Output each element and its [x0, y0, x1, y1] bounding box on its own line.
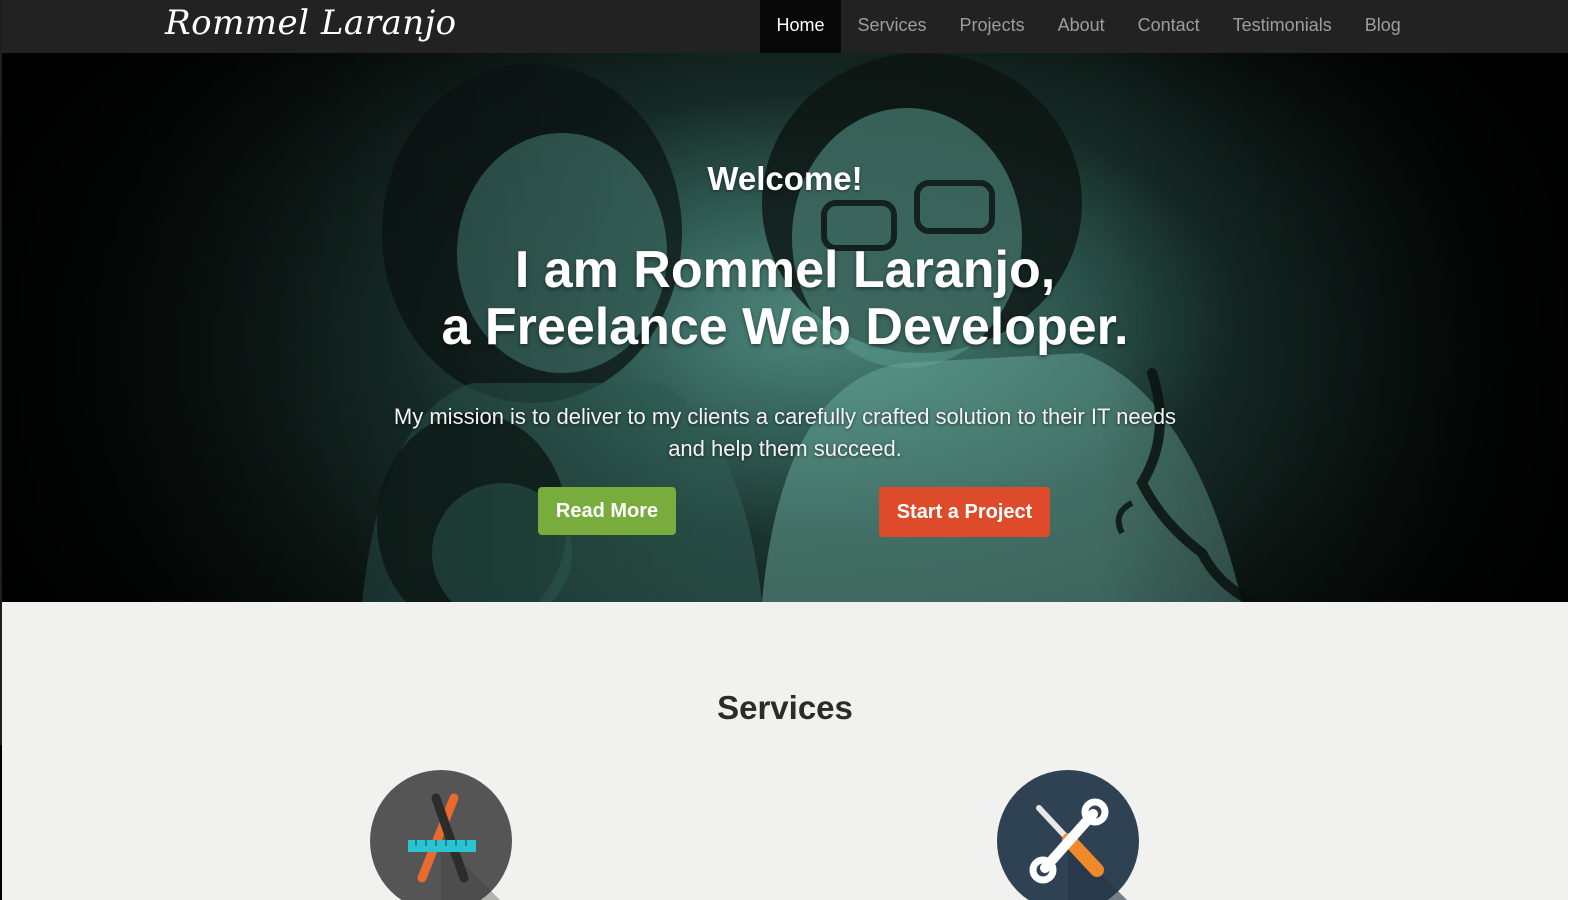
nav-services[interactable]: Services	[841, 0, 943, 53]
wrench-screwdriver-icon	[997, 770, 1139, 900]
hero-section: Welcome! I am Rommel Laranjo, a Freelanc…	[2, 53, 1568, 602]
hero-mission: My mission is to deliver to my clients a…	[393, 404, 1177, 461]
hero-welcome: Welcome!	[707, 160, 863, 197]
nav-testimonials[interactable]: Testimonials	[1216, 0, 1348, 53]
window-edge	[1568, 0, 1594, 900]
nav-projects[interactable]: Projects	[943, 0, 1041, 53]
read-more-button[interactable]: Read More	[538, 487, 676, 535]
nav-home[interactable]: Home	[760, 0, 842, 53]
hero-content: Welcome! I am Rommel Laranjo, a Freelanc…	[2, 53, 1568, 602]
services-title: Services	[717, 689, 853, 726]
nav-about[interactable]: About	[1041, 0, 1121, 53]
nav-menu: Home Services Projects About Contact Tes…	[760, 0, 1417, 53]
navbar: Rommel Laranjo Home Services Projects Ab…	[2, 0, 1568, 53]
hero-headline-line1: I am Rommel Laranjo,	[514, 241, 1056, 299]
start-project-button[interactable]: Start a Project	[879, 487, 1050, 537]
hero-headline: I am Rommel Laranjo, a Freelance Web Dev…	[2, 242, 1568, 356]
nav-contact[interactable]: Contact	[1121, 0, 1216, 53]
nav-blog[interactable]: Blog	[1348, 0, 1417, 53]
design-tools-icon	[370, 770, 512, 900]
hero-headline-line2: a Freelance Web Developer.	[441, 298, 1129, 356]
page: Rommel Laranjo Home Services Projects Ab…	[2, 0, 1568, 900]
brand-logo[interactable]: Rommel Laranjo	[165, 0, 457, 50]
window-edge-left	[0, 745, 2, 900]
